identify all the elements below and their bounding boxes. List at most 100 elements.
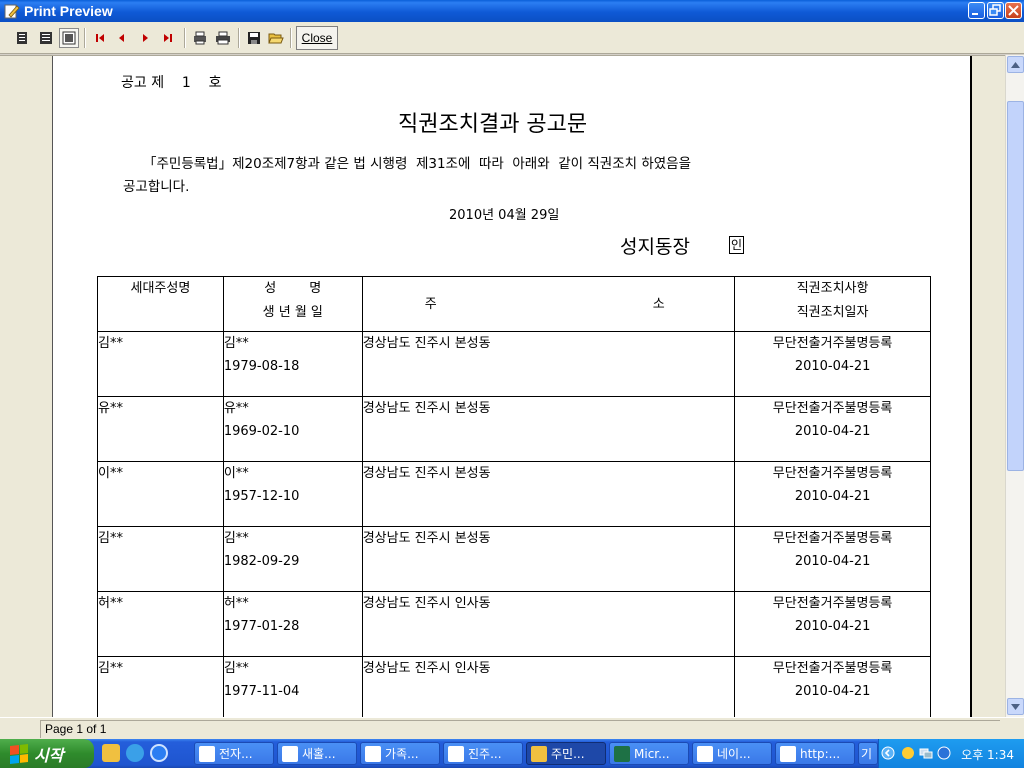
toolbar-separator bbox=[184, 28, 186, 48]
action-date: 2010-04-21 bbox=[794, 489, 871, 504]
taskbar: 시작 전자... 새홀... 가족... 진주... 주민... Micr...… bbox=[0, 739, 1024, 768]
birth-date: 1982-09-29 bbox=[223, 554, 300, 569]
minimize-icon bbox=[972, 13, 978, 15]
task-label: 네이... bbox=[717, 747, 751, 761]
previous-icon bbox=[119, 34, 124, 42]
action-cell: 무단전출거주불명등록 2010-04-21 bbox=[734, 591, 931, 657]
scroll-thumb[interactable] bbox=[1007, 101, 1024, 471]
scroll-down-button[interactable] bbox=[1007, 698, 1024, 715]
print-setup-icon bbox=[194, 31, 206, 45]
save-button[interactable] bbox=[244, 28, 264, 48]
header-address-right: 소 bbox=[652, 297, 665, 312]
task-label: http:... bbox=[800, 746, 841, 761]
page-indicator: Page 1 of 1 bbox=[40, 720, 1000, 738]
householder-cell: 김** bbox=[97, 656, 224, 717]
person-name: 이** bbox=[223, 466, 249, 481]
table-row: 김** 김** 1982-09-29 경상남도 진주시 본성동 무단전출거주불명등… bbox=[97, 526, 931, 592]
name-birth-cell: 김** 1979-08-18 bbox=[222, 331, 363, 397]
clock[interactable]: 오후 1:34 bbox=[961, 746, 1014, 763]
full-page-icon bbox=[62, 31, 76, 45]
name-birth-cell: 이** 1957-12-10 bbox=[222, 461, 363, 527]
vertical-scrollbar[interactable] bbox=[1005, 55, 1024, 717]
address-cell: 경상남도 진주시 인사동 bbox=[361, 591, 736, 657]
task-button-active[interactable]: 주민... bbox=[526, 742, 606, 765]
task-button[interactable]: 가족... bbox=[360, 742, 440, 765]
next-page-button[interactable] bbox=[135, 28, 155, 48]
browser-icon[interactable] bbox=[126, 744, 144, 762]
title-bar[interactable]: Print Preview bbox=[0, 0, 1024, 22]
action-date: 2010-04-21 bbox=[794, 359, 871, 374]
quick-launch bbox=[102, 744, 168, 762]
task-button[interactable]: 네이... bbox=[692, 742, 772, 765]
folder-icon[interactable] bbox=[102, 744, 120, 762]
last-page-button[interactable] bbox=[158, 28, 178, 48]
messenger-icon[interactable] bbox=[901, 746, 915, 760]
task-button[interactable]: http:... bbox=[775, 742, 855, 765]
first-page-icon bbox=[96, 34, 104, 42]
householder-cell: 허** bbox=[97, 591, 224, 657]
action-date: 2010-04-21 bbox=[794, 619, 871, 634]
action-text: 무단전출거주불명등록 bbox=[772, 336, 893, 351]
first-page-button[interactable] bbox=[90, 28, 110, 48]
window-title: Print Preview bbox=[24, 3, 113, 19]
header-householder-label: 세대주성명 bbox=[130, 281, 191, 296]
action-cell: 무단전출거주불명등록 2010-04-21 bbox=[734, 461, 931, 527]
task-button[interactable]: Micr... bbox=[609, 742, 689, 765]
name-birth-cell: 김** 1982-09-29 bbox=[222, 526, 363, 592]
table-row: 이** 이** 1957-12-10 경상남도 진주시 본성동 무단전출거주불명등… bbox=[97, 461, 931, 527]
preview-area[interactable]: 공고 제 1 호 직권조치결과 공고문 「주민등록법」제20조제7항과 같은 법… bbox=[0, 55, 1005, 717]
task-button[interactable]: 전자... bbox=[194, 742, 274, 765]
task-button[interactable]: 진주... bbox=[443, 742, 523, 765]
scroll-up-button[interactable] bbox=[1007, 56, 1024, 73]
notice-date: 2010년 04월 29일 bbox=[449, 208, 560, 223]
header-address: 주 소 bbox=[361, 276, 736, 332]
action-date: 2010-04-21 bbox=[794, 684, 871, 699]
close-window-button[interactable] bbox=[1005, 2, 1022, 19]
address-cell: 경상남도 진주시 인사동 bbox=[361, 656, 736, 717]
task-button[interactable]: 새홀... bbox=[277, 742, 357, 765]
task-label: 새홀... bbox=[302, 747, 336, 761]
person-name: 김** bbox=[223, 336, 249, 351]
start-label: 시작 bbox=[34, 745, 64, 765]
browser-page-icon bbox=[697, 745, 713, 762]
start-button[interactable]: 시작 bbox=[0, 739, 94, 768]
person-name: 김** bbox=[223, 531, 249, 546]
page-width-icon bbox=[40, 32, 52, 44]
person-name: 유** bbox=[223, 401, 249, 416]
task-button[interactable]: 기 bbox=[858, 742, 878, 765]
security-icon[interactable] bbox=[937, 746, 951, 760]
open-button[interactable] bbox=[266, 28, 286, 48]
header-action-date-label: 직권조치일자 bbox=[796, 305, 869, 320]
address-cell: 경상남도 진주시 본성동 bbox=[361, 461, 736, 527]
task-label: 전자... bbox=[219, 747, 253, 761]
birth-date: 1969-02-10 bbox=[223, 424, 300, 439]
windows-logo-icon bbox=[10, 743, 28, 764]
tray-expand-icon[interactable] bbox=[881, 746, 895, 760]
print-button[interactable] bbox=[213, 28, 233, 48]
table-row: 김** 김** 1977-11-04 경상남도 진주시 인사동 무단전출거주불명등… bbox=[97, 656, 931, 717]
network-icon[interactable] bbox=[919, 746, 933, 760]
chevron-down-icon bbox=[1011, 703, 1020, 710]
toolbar: Close bbox=[0, 22, 1024, 54]
householder-cell: 이** bbox=[97, 461, 224, 527]
close-preview-button[interactable]: Close bbox=[296, 26, 338, 50]
person-name: 김** bbox=[223, 661, 249, 676]
action-cell: 무단전출거주불명등록 2010-04-21 bbox=[734, 526, 931, 592]
full-page-button[interactable] bbox=[59, 28, 79, 48]
chevron-up-icon bbox=[1011, 61, 1020, 68]
page-width-button[interactable] bbox=[36, 28, 56, 48]
toolbar-separator bbox=[84, 28, 86, 48]
minimize-button[interactable] bbox=[968, 2, 985, 19]
internet-explorer-icon[interactable] bbox=[150, 744, 168, 762]
task-label: 진주... bbox=[468, 747, 502, 761]
pencil-app-icon bbox=[531, 745, 547, 762]
task-label: 가족... bbox=[385, 747, 419, 761]
browser-page-icon bbox=[780, 745, 796, 762]
previous-page-button[interactable] bbox=[112, 28, 132, 48]
one-page-button[interactable] bbox=[12, 28, 32, 48]
toolbar-separator bbox=[238, 28, 240, 48]
restore-button[interactable] bbox=[987, 2, 1004, 19]
header-action: 직권조치사항 직권조치일자 bbox=[734, 276, 931, 332]
print-setup-button[interactable] bbox=[190, 28, 210, 48]
seal-mark: 인 bbox=[729, 236, 745, 254]
